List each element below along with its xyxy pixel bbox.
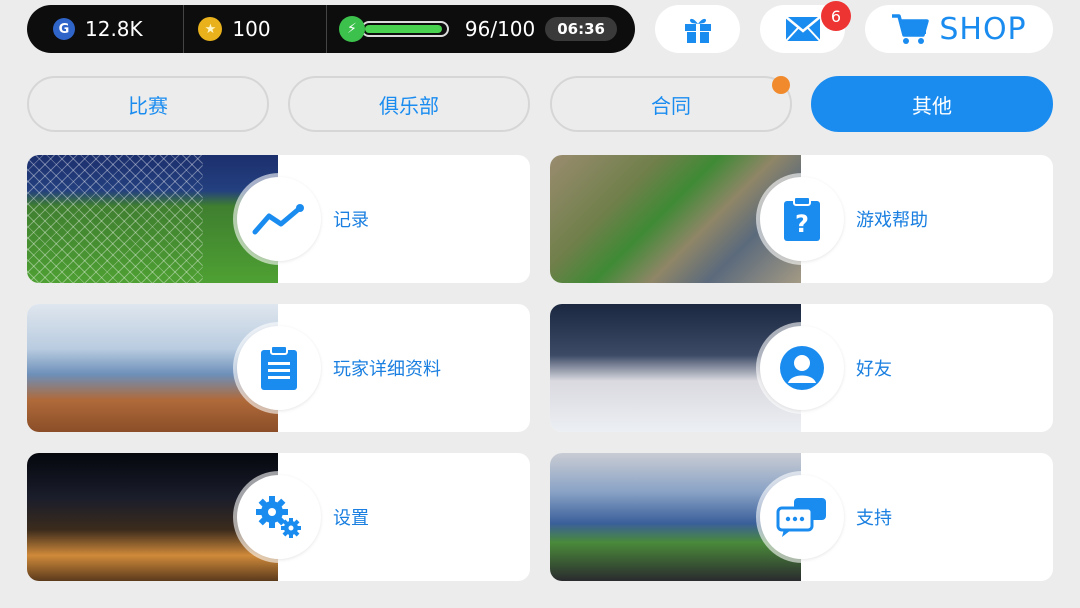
- card-settings[interactable]: 设置: [27, 453, 530, 581]
- tab-label: 比赛: [128, 93, 168, 118]
- g-currency-icon: G: [53, 18, 75, 40]
- card-icon-circle: ?: [760, 177, 844, 261]
- chart-trend-icon: [252, 204, 304, 235]
- energy-bar-fill: [364, 25, 442, 33]
- gift-icon: [684, 18, 711, 43]
- card-label: 游戏帮助: [856, 210, 928, 231]
- notification-dot: [772, 76, 790, 94]
- shopping-cart-icon: [892, 14, 930, 44]
- card-support[interactable]: 支持: [550, 453, 1053, 581]
- card-label: 玩家详细资料: [333, 359, 441, 380]
- card-player-details[interactable]: 玩家详细资料: [27, 304, 530, 432]
- gift-button[interactable]: [655, 5, 740, 53]
- tab-label: 合同: [651, 93, 691, 118]
- g-currency[interactable]: G 12.8K: [27, 5, 183, 53]
- card-label: 设置: [333, 508, 369, 529]
- energy-bar: [360, 21, 449, 37]
- mail-envelope-icon: [784, 16, 821, 42]
- mail-button[interactable]: 6: [760, 1, 851, 53]
- tab-contract[interactable]: 合同: [550, 76, 792, 132]
- tab-match[interactable]: 比赛: [27, 76, 269, 132]
- card-icon-circle: [237, 177, 321, 261]
- card-game-help[interactable]: ? 游戏帮助: [550, 155, 1053, 283]
- document-icon: [261, 345, 297, 390]
- person-icon: [780, 346, 824, 390]
- card-icon-circle: [760, 475, 844, 559]
- g-currency-value: 12.8K: [85, 17, 143, 41]
- card-icon-circle: [237, 475, 321, 559]
- card-icon-circle: [237, 326, 321, 410]
- mail-count-badge: 6: [821, 1, 851, 31]
- help-clipboard-icon: ?: [784, 196, 820, 241]
- status-bar: G 12.8K ★ 100 ⚡ 96/100 06:36: [27, 5, 635, 53]
- svg-text:?: ?: [795, 210, 809, 238]
- shop-button[interactable]: SHOP: [865, 5, 1053, 53]
- coin-star-icon: ★: [198, 17, 223, 41]
- card-icon-circle: [760, 326, 844, 410]
- chat-bubbles-icon: [776, 498, 826, 537]
- card-label: 支持: [856, 508, 892, 529]
- card-friends[interactable]: 好友: [550, 304, 1053, 432]
- lightning-bolt-icon: ⚡: [338, 16, 365, 42]
- energy-value: 96/100: [464, 17, 536, 41]
- coin-value: 100: [232, 17, 271, 41]
- card-label: 好友: [856, 359, 892, 380]
- card-label: 记录: [333, 210, 369, 231]
- energy-meter[interactable]: ⚡ 96/100 06:36: [325, 5, 635, 53]
- tab-other[interactable]: 其他: [811, 76, 1053, 132]
- tab-club[interactable]: 俱乐部: [288, 76, 530, 132]
- gears-icon: [256, 496, 301, 538]
- coin-currency[interactable]: ★ 100: [183, 5, 325, 53]
- card-records[interactable]: 记录: [27, 155, 530, 283]
- energy-timer: 06:36: [545, 17, 617, 41]
- tab-label: 俱乐部: [379, 93, 439, 118]
- tab-label: 其他: [912, 93, 952, 118]
- shop-label: SHOP: [939, 11, 1027, 47]
